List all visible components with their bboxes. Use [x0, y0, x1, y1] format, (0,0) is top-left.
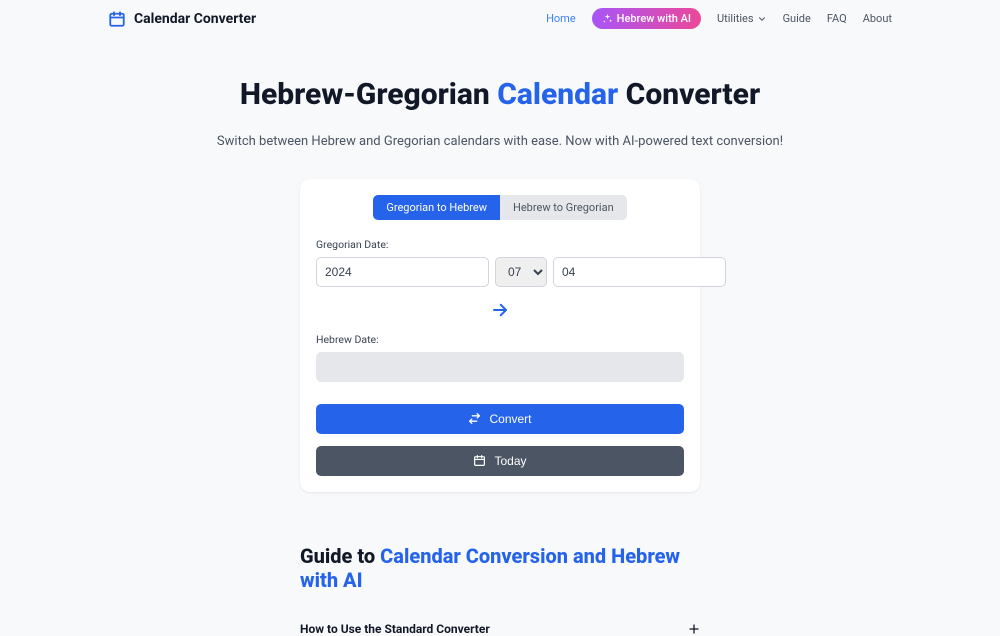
- nav-right: Home Hebrew with AI Utilities Guide FAQ …: [546, 8, 892, 29]
- nav-home[interactable]: Home: [546, 12, 576, 25]
- guide-title-pre: Guide to: [300, 544, 380, 568]
- today-label: Today: [494, 454, 526, 468]
- arrow-right-icon: [491, 301, 509, 319]
- guide-title: Guide to Calendar Conversion and Hebrew …: [300, 544, 700, 592]
- month-select[interactable]: 07: [495, 257, 547, 287]
- hero: Hebrew-Gregorian Calendar Converter Swit…: [0, 36, 1000, 149]
- accordion-item-1[interactable]: How to Use the Standard Converter: [300, 622, 700, 636]
- calendar-small-icon: [473, 454, 486, 467]
- nav-ai-pill[interactable]: Hebrew with AI: [592, 8, 701, 29]
- day-input[interactable]: [553, 257, 726, 287]
- title-accent: Calendar: [497, 77, 618, 112]
- hero-subtitle: Switch between Hebrew and Gregorian cale…: [0, 134, 1000, 149]
- navbar: Calendar Converter Home Hebrew with AI U…: [0, 0, 1000, 36]
- tab-hebrew-to-gregorian[interactable]: Hebrew to Gregorian: [500, 195, 627, 220]
- arrow-separator: [316, 287, 684, 333]
- guide-section: Guide to Calendar Conversion and Hebrew …: [300, 544, 700, 636]
- calendar-icon: [108, 10, 126, 28]
- plus-icon: [688, 623, 700, 635]
- tab-gregorian-to-hebrew[interactable]: Gregorian to Hebrew: [373, 195, 500, 220]
- nav-utilities[interactable]: Utilities: [717, 12, 767, 25]
- accordion-item-1-label: How to Use the Standard Converter: [300, 622, 490, 636]
- chevron-down-icon: [757, 14, 767, 24]
- hebrew-date-label: Hebrew Date:: [316, 333, 684, 346]
- hebrew-date-output: [316, 352, 684, 382]
- nav-guide[interactable]: Guide: [783, 12, 811, 25]
- title-post: Converter: [618, 77, 760, 112]
- nav-utilities-label: Utilities: [717, 12, 754, 25]
- convert-label: Convert: [489, 412, 531, 426]
- today-button[interactable]: Today: [316, 446, 684, 476]
- brand[interactable]: Calendar Converter: [108, 10, 256, 28]
- convert-button[interactable]: Convert: [316, 404, 684, 434]
- page-title: Hebrew-Gregorian Calendar Converter: [0, 76, 1000, 114]
- nav-ai-label: Hebrew with AI: [617, 12, 691, 25]
- gregorian-date-row: 07: [316, 257, 684, 287]
- year-input[interactable]: [316, 257, 489, 287]
- converter-card: Gregorian to Hebrew Hebrew to Gregorian …: [300, 179, 700, 492]
- nav-about[interactable]: About: [863, 12, 892, 25]
- tabs: Gregorian to Hebrew Hebrew to Gregorian: [316, 195, 684, 220]
- gregorian-date-label: Gregorian Date:: [316, 238, 684, 251]
- nav-faq[interactable]: FAQ: [827, 12, 847, 25]
- brand-title: Calendar Converter: [134, 11, 256, 27]
- swap-icon: [468, 412, 481, 425]
- sparkle-icon: [602, 13, 613, 24]
- title-pre: Hebrew-Gregorian: [240, 77, 497, 112]
